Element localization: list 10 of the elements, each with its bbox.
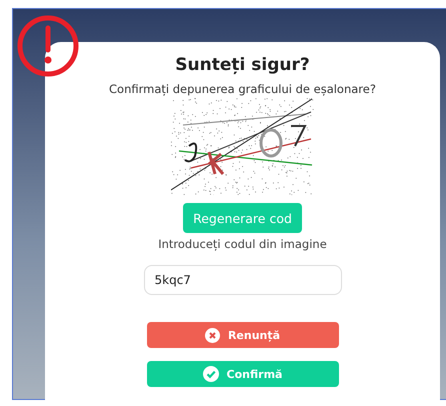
confirm-button[interactable]: Confirmă <box>146 361 338 387</box>
code-input-field[interactable]: 5kqc7 <box>144 265 342 295</box>
warning-icon <box>16 14 80 78</box>
dialog-message: Confirmați depunerea graficului de eșalonare? <box>109 82 376 96</box>
regenerate-code-button[interactable]: Regenerare cod <box>183 203 302 233</box>
checkmark-icon <box>202 366 219 382</box>
dialog-title: Sunteți sigur? <box>175 55 310 75</box>
close-icon <box>204 328 220 342</box>
code-label: Introduceți codul din imagine <box>158 237 327 251</box>
cancel-button[interactable]: Renunță <box>146 322 338 348</box>
